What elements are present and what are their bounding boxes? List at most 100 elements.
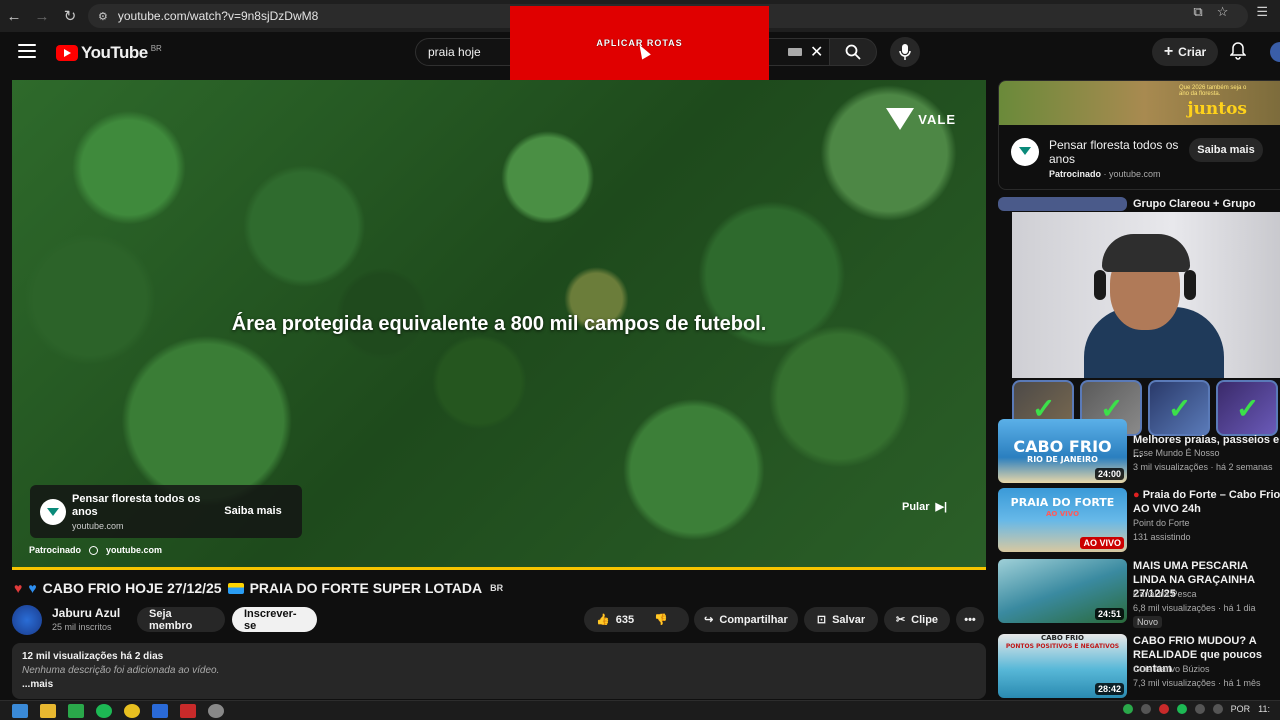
thumbs-down-icon: 👎 [654,614,668,626]
back-icon[interactable]: ← [0,2,28,30]
account-avatar[interactable] [1270,42,1280,62]
volume-icon[interactable] [1212,704,1223,714]
channel-name[interactable]: Jaburu Azul [52,606,120,620]
video-title: Grupo Clareou + Grupo [1133,198,1256,210]
sidebar-ad-domain: youtube.com [1109,169,1161,179]
browser-actions: ⧉ ☆ ☰ [1193,4,1268,20]
ad-domain: youtube.com [72,521,124,531]
clip-button[interactable]: ✂ Clipe [884,607,950,632]
share-button[interactable]: ↪ Compartilhar [694,607,798,632]
live-dot-icon: ● [1133,489,1143,501]
search-icon [845,44,861,60]
thumbs-up-icon: 👍 [596,614,610,626]
channel-avatar[interactable] [12,605,42,635]
new-badge: Novo [1133,616,1163,628]
site-settings-icon[interactable]: ⚙ [98,10,108,23]
clear-search-icon[interactable]: ✕ [810,42,823,62]
list-item[interactable]: CABO FRIO PONTOS POSITIVOS E NEGATIVOS 2… [998,634,1280,698]
thumbnail-subtext: AO VIVO [1045,510,1080,518]
description-box[interactable]: 12 mil visualizações há 2 dias Nenhuma d… [12,643,986,699]
clock[interactable]: 11: [1258,704,1270,714]
spotify-icon[interactable] [96,703,112,718]
join-button[interactable]: Seja membro [137,607,225,632]
video-meta: 7,3 mil visualizações · há 1 mês [1133,678,1261,688]
language-indicator[interactable]: POR [1231,704,1251,714]
search-button[interactable] [829,38,877,66]
video-thumbnail: CABO FRIO PONTOS POSITIVOS E NEGATIVOS 2… [998,634,1127,698]
menu-icon[interactable] [18,44,36,58]
list-item[interactable]: CABO FRIO RIO DE JANEIRO 24:00 Melhores … [998,419,1280,483]
reload-icon[interactable]: ↻ [56,2,84,30]
video-duration: 24:51 [1094,608,1124,620]
wifi-icon[interactable] [1194,704,1205,714]
ad-learn-more-button[interactable]: Saiba mais [216,500,290,522]
channel-name: Point do Forte [1133,518,1190,528]
video-title-text: CABO FRIO HOJE 27/12/25 [42,580,222,596]
chrome-icon[interactable] [124,703,140,718]
youtube-play-icon [56,45,78,61]
dislike-button[interactable]: 👎 [654,613,668,626]
sidebar-ad-learn-more-button[interactable]: Saiba mais [1189,138,1263,162]
list-item[interactable]: 24:51 MAIS UMA PESCARIA LINDA NA GRAÇAIN… [998,559,1280,628]
skip-ad-button[interactable]: Pular ▶| [902,500,947,514]
share-label: Compartilhar [719,613,788,626]
screen: ← → ↻ ⚙ youtube.com/watch?v=9n8sjDzDwM8 … [0,0,1280,720]
thumbnail-subtext: RIO DE JANEIRO [1027,455,1098,464]
app-icon[interactable] [180,703,196,718]
player-ad-card[interactable]: Pensar floresta todos os anos youtube.co… [30,485,302,538]
video-duration: 24:00 [1094,468,1124,480]
vale-brand-text: VALE [918,111,956,127]
forward-icon[interactable]: → [28,2,56,30]
show-more-link[interactable]: ...mais [22,679,53,690]
bookmark-star-icon[interactable]: ☆ [1217,4,1229,20]
list-item[interactable]: PRAIA DO FORTE AO VIVO AO VIVO ● Praia d… [998,488,1280,552]
keyboard-icon[interactable] [788,48,802,56]
like-button[interactable]: 👍 635 [596,613,634,627]
notifications-bell-icon[interactable] [1229,42,1247,65]
channel-name: Canal da Pesca [1133,589,1197,599]
scissors-icon: ✂ [895,614,906,626]
reading-list-icon[interactable]: ☰ [1256,4,1268,20]
plus-icon: + [1163,43,1174,60]
sidebar-ad-title[interactable]: Pensar floresta todos os anos [1049,138,1189,166]
video-title: ● Praia do Forte – Cabo Frio AO VIVO 24h [1133,488,1280,516]
subscriber-count: 25 mil inscritos [52,622,112,632]
app-icon[interactable] [152,703,168,718]
video-meta: 3 mil visualizações · há 2 semanas [1133,462,1273,472]
voice-search-button[interactable] [890,37,920,67]
cast-icon[interactable]: ⧉ [1193,4,1202,20]
tray-icon[interactable] [1140,704,1151,714]
advertiser-icon [1011,138,1039,166]
subscribe-button[interactable]: Inscrever-se [232,607,317,632]
advertiser-icon [40,499,66,525]
app-icon[interactable] [208,703,224,718]
create-button[interactable]: + Criar [1152,38,1218,66]
more-actions-button[interactable]: ••• [956,607,984,632]
vale-brand-logo: VALE [886,108,956,130]
list-item[interactable]: Grupo Clareou + Grupo [998,197,1280,211]
thumbnail-text: PRAIA DO FORTE [1010,496,1115,509]
ad-banner-image: Que 2026 também seja o ano da floresta. … [999,81,1280,125]
headphone-right [1184,270,1196,300]
like-dislike-group: 👍 635 👎 [584,607,689,632]
youtube-logo[interactable]: YouTube BR [56,43,162,63]
info-icon[interactable] [89,545,99,555]
channel-name: Guia Nativo Búzios [1133,664,1210,674]
windows-start-icon[interactable] [12,703,28,718]
file-explorer-icon[interactable] [40,703,56,718]
bookmark-icon: ⊡ [816,614,827,626]
aplicar-rotas-overlay[interactable]: APLICAR ROTAS [510,6,769,80]
sidebar-ad[interactable]: Que 2026 também seja o ano da floresta. … [998,80,1280,190]
video-title-text: Praia do Forte – Cabo Frio AO VIVO 24h [1133,489,1280,515]
system-tray: POR 11: [1122,704,1270,714]
store-icon[interactable] [68,703,84,718]
tray-icon[interactable] [1158,704,1169,714]
tray-icon[interactable] [1122,704,1133,714]
ad-title: Pensar floresta todos os anos [72,493,201,518]
video-player[interactable]: VALE Área protegida equivalente a 800 mi… [12,80,986,570]
tray-icon[interactable] [1176,704,1187,714]
search-value: praia hoje [428,45,481,59]
sponsored-domain: youtube.com [106,545,163,555]
save-button[interactable]: ⊡ Salvar [804,607,878,632]
video-thumbnail: PRAIA DO FORTE AO VIVO AO VIVO [998,488,1127,552]
